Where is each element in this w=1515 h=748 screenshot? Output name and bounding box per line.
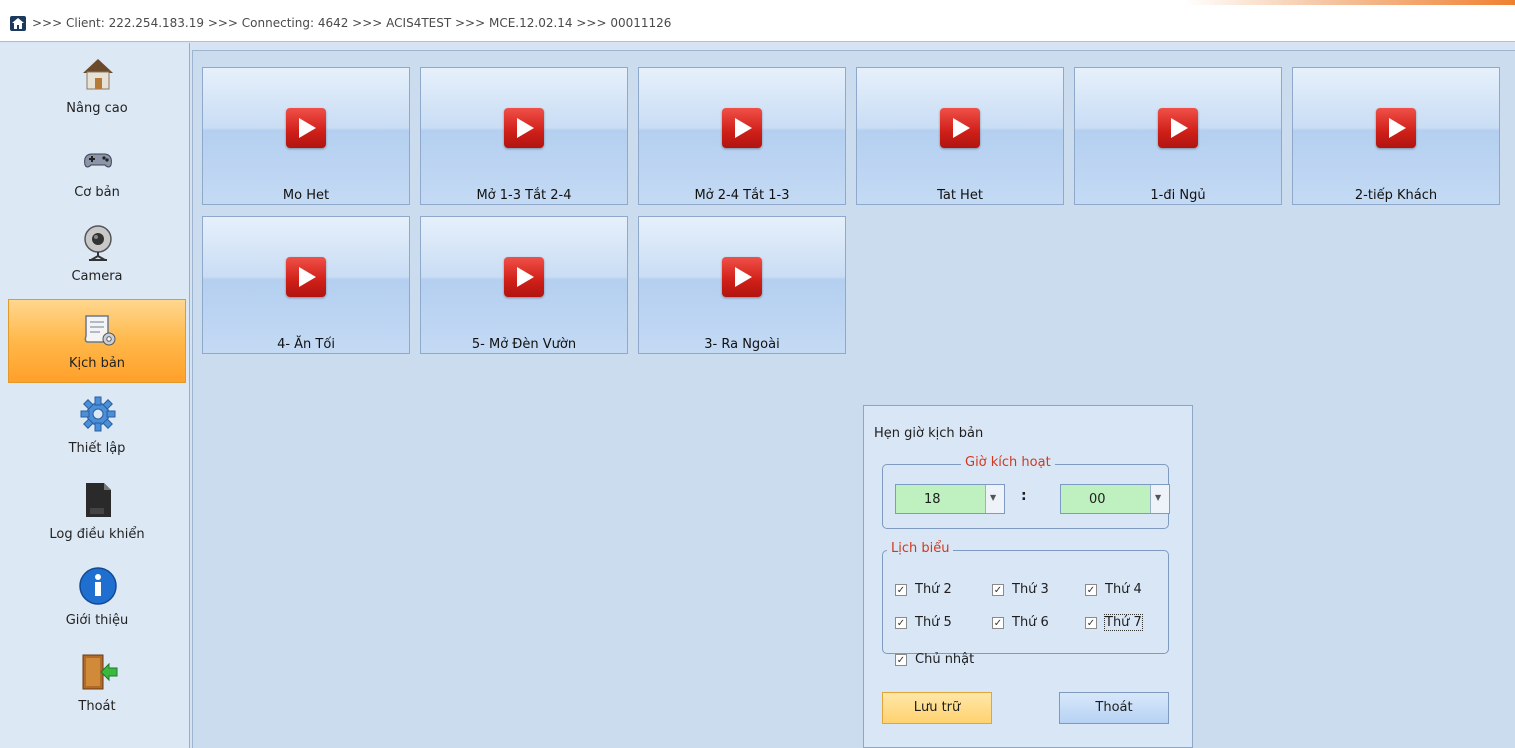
day-label: Chủ nhật [915,652,975,667]
play-icon [1158,108,1198,148]
scene-label: Mở 1-3 Tắt 2-4 [476,188,572,203]
play-icon [504,257,544,297]
corner-decoration [1185,0,1515,5]
scene-tile[interactable]: 4- Ăn Tối [202,216,410,354]
sidebar: Nâng cao Cơ bản Camera Kịch bản Thiết lậ… [0,43,190,748]
scene-tile[interactable]: 5- Mở Đèn Vườn [420,216,628,354]
save-button[interactable]: Lưu trữ [882,692,992,724]
scene-tile[interactable]: Tat Het [856,67,1064,205]
checkbox-box: ✓ [1085,584,1097,596]
day-label: Thứ 6 [1012,615,1049,630]
connection-path: >>> Client: 222.254.183.19 >>> Connectin… [32,16,672,30]
activation-time-group: Giờ kích hoạt 18 ▼ : 00 ▼ [882,455,1170,529]
day-label: Thứ 5 [915,615,952,630]
sidebar-item-thiet-lap[interactable]: Thiết lập [8,385,186,469]
checkbox-box: ✓ [895,654,907,666]
play-icon [504,108,544,148]
group-title: Lịch biểu [887,541,954,556]
sidebar-item-label: Kịch bản [68,356,126,371]
sidebar-item-thoat[interactable]: Thoát [8,643,186,727]
day-label: Thứ 3 [1012,582,1049,597]
schedule-group: Lịch biểu ✓ Thứ 2 ✓ Thứ 3 ✓ Thứ 4 ✓ Thứ … [882,541,1169,654]
hour-select[interactable]: 18 ▼ [895,484,1005,514]
group-title: Giờ kích hoạt [961,455,1055,470]
sidebar-item-log[interactable]: Log điều khiển [8,471,186,555]
scene-label: 1-đi Ngủ [1150,188,1206,203]
scene-label: 2-tiếp Khách [1354,188,1438,203]
scene-label: 4- Ăn Tối [277,337,335,352]
scene-label: 3- Ra Ngoài [704,337,780,352]
scene-label: Mo Het [282,188,330,203]
info-icon [77,565,119,607]
play-icon [1376,108,1416,148]
schedule-timer-dialog: Hẹn giờ kịch bản Giờ kích hoạt 18 ▼ : 00… [863,405,1193,748]
play-icon [722,257,762,297]
top-bar: >>> Client: 222.254.183.19 >>> Connectin… [0,0,1515,42]
checkbox-box: ✓ [992,617,1004,629]
scene-tile[interactable]: Mo Het [202,67,410,205]
scene-label: Tat Het [937,188,983,203]
checkbox-box: ✓ [895,617,907,629]
sidebar-item-camera[interactable]: Camera [8,213,186,297]
scene-label: 5- Mở Đèn Vườn [471,337,577,352]
webcam-icon [77,221,119,263]
scene-tile[interactable]: Mở 1-3 Tắt 2-4 [420,67,628,205]
sidebar-item-label: Giới thiệu [65,613,129,628]
checkbox-box: ✓ [992,584,1004,596]
sidebar-item-kich-ban[interactable]: Kịch bản [8,299,186,383]
sidebar-item-label: Nâng cao [66,101,128,116]
house-icon [77,53,119,95]
sidebar-item-label: Thiết lập [68,441,126,456]
play-icon [940,108,980,148]
chevron-down-icon[interactable]: ▼ [985,485,1004,513]
minute-value: 00 [1089,492,1106,507]
sidebar-item-label: Log điều khiển [49,527,145,542]
scene-tile[interactable]: 2-tiếp Khách [1292,67,1500,205]
scenes-panel: Mo Het Mở 1-3 Tắt 2-4 Mở 2-4 Tắt 1-3 Tat… [192,50,1515,748]
home-icon[interactable] [10,16,26,31]
scene-tile[interactable]: 3- Ra Ngoài [638,216,846,354]
hour-value: 18 [924,492,941,507]
day-label: Thứ 2 [915,582,952,597]
chevron-down-icon[interactable]: ▼ [1150,485,1169,513]
sidebar-item-gioi-thieu[interactable]: Giới thiệu [8,557,186,641]
exit-button[interactable]: Thoát [1059,692,1169,724]
log-file-icon [77,479,119,521]
play-icon [722,108,762,148]
sidebar-item-co-ban[interactable]: Cơ bản [8,129,186,213]
checkbox-box: ✓ [1085,617,1097,629]
scene-tile[interactable]: Mở 2-4 Tắt 1-3 [638,67,846,205]
sidebar-item-label: Cơ bản [74,185,120,200]
sidebar-item-nang-cao[interactable]: Nâng cao [8,45,186,129]
exit-door-icon [77,651,119,693]
script-scroll-icon [78,308,120,350]
play-icon [286,257,326,297]
play-icon [286,108,326,148]
sidebar-item-label: Thoát [78,699,116,714]
day-label: Thứ 7 [1104,614,1143,631]
scene-label: Mở 2-4 Tắt 1-3 [694,188,790,203]
minute-select[interactable]: 00 ▼ [1060,484,1170,514]
sidebar-item-label: Camera [71,269,123,284]
day-label: Thứ 4 [1105,582,1142,597]
gamepad-icon [77,137,119,179]
dialog-title: Hẹn giờ kịch bản [874,426,984,441]
scene-tile[interactable]: 1-đi Ngủ [1074,67,1282,205]
time-separator: : [1021,488,1027,504]
checkbox-box: ✓ [895,584,907,596]
gear-icon [77,393,119,435]
